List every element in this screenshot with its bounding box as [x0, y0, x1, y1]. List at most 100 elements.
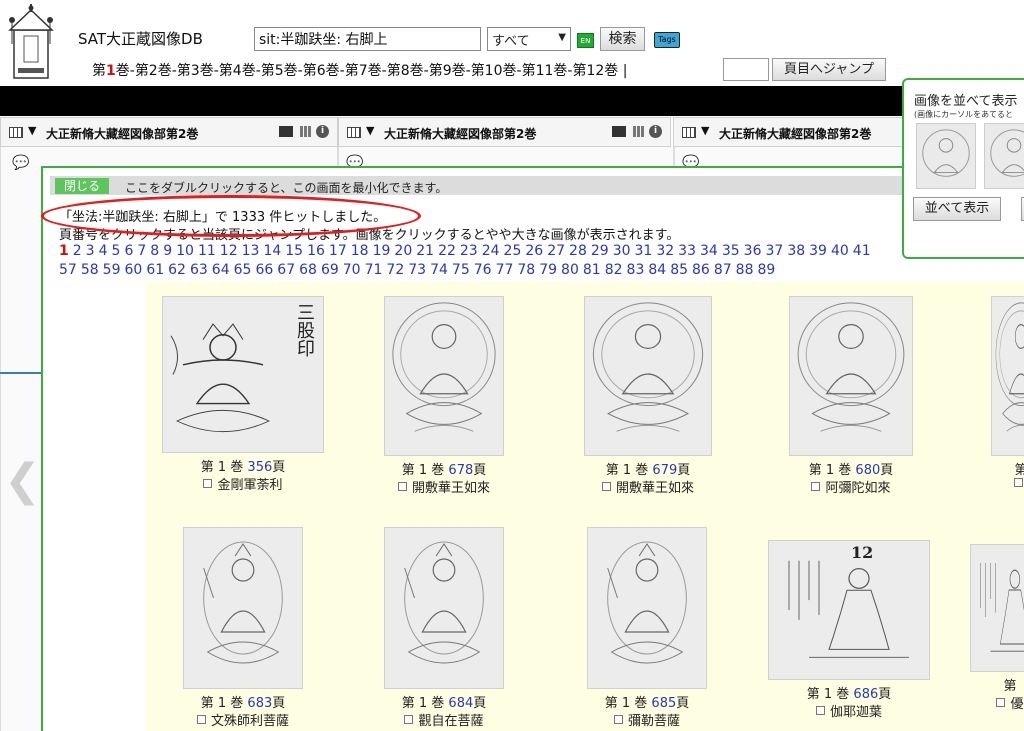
page-link[interactable]: 12 [220, 243, 238, 259]
page-link[interactable]: 79 [539, 262, 557, 278]
grid-icon[interactable] [682, 127, 696, 138]
select-checkbox[interactable] [613, 715, 623, 724]
page-link[interactable]: 87 [714, 262, 732, 278]
page-link[interactable]: 85 [670, 262, 688, 278]
volume-link[interactable]: 第6巻 [303, 63, 340, 79]
page-link[interactable]: 38 [787, 243, 805, 259]
page-link[interactable]: 62 [168, 262, 186, 278]
page-link[interactable]: 8 [150, 243, 159, 259]
volume-link[interactable]: 第10巻 [471, 63, 517, 79]
result-thumbnail[interactable] [970, 544, 1024, 672]
close-button[interactable]: 閉じる [55, 178, 109, 194]
page-link[interactable]: 9 [163, 243, 172, 259]
page-link[interactable]: 4 [99, 243, 108, 259]
previous-arrow-icon[interactable]: ❮ [4, 455, 41, 506]
page-link[interactable]: 82 [605, 262, 623, 278]
image-icon[interactable] [279, 126, 293, 137]
comment-icon[interactable]: 💬 [12, 155, 29, 171]
page-number-link[interactable]: 678 [448, 463, 473, 478]
page-number-input[interactable] [723, 58, 769, 81]
volume-link[interactable]: 第5巻 [261, 63, 298, 79]
page-link[interactable]: 26 [525, 243, 543, 259]
page-link[interactable]: 2 [73, 243, 82, 259]
page-link[interactable]: 70 [343, 262, 361, 278]
page-link[interactable]: 86 [692, 262, 710, 278]
volume-link[interactable]: 第11巻 [522, 63, 568, 79]
page-link[interactable]: 20 [394, 243, 412, 259]
volume-link[interactable]: 第7巻 [345, 63, 382, 79]
page-link[interactable]: 60 [124, 262, 142, 278]
page-number-link[interactable]: 686 [853, 687, 878, 702]
select-checkbox[interactable] [397, 482, 407, 491]
sat-logo[interactable] [6, 4, 56, 82]
image-icon[interactable] [612, 126, 626, 137]
page-link[interactable]: 36 [744, 243, 762, 259]
page-link[interactable]: 40 [831, 243, 849, 259]
volume-link[interactable]: 第2巻 [135, 63, 172, 79]
page-link[interactable]: 29 [591, 243, 609, 259]
page-link[interactable]: 80 [561, 262, 579, 278]
page-link[interactable]: 57 [59, 262, 77, 278]
page-link[interactable]: 17 [329, 243, 347, 259]
page-link[interactable]: 32 [656, 243, 674, 259]
page-link[interactable]: 78 [517, 262, 535, 278]
result-thumbnail[interactable]: 三股印 [162, 296, 324, 453]
volume-link[interactable]: 第4巻 [219, 63, 256, 79]
page-link[interactable]: 13 [242, 243, 260, 259]
page-link[interactable]: 10 [176, 243, 194, 259]
page-link[interactable]: 65 [234, 262, 252, 278]
page-link[interactable]: 34 [700, 243, 718, 259]
page-link[interactable]: 41 [853, 243, 871, 259]
caret-down-icon[interactable]: ▼ [701, 124, 709, 137]
select-checkbox[interactable] [1014, 478, 1023, 487]
page-link[interactable]: 31 [635, 243, 653, 259]
result-thumbnail[interactable] [587, 527, 707, 689]
page-link[interactable]: 64 [212, 262, 230, 278]
page-link[interactable]: 71 [365, 262, 383, 278]
volume-link[interactable]: 第12巻 [572, 63, 618, 79]
page-link[interactable]: 67 [277, 262, 295, 278]
page-link[interactable]: 39 [809, 243, 827, 259]
volume-link[interactable]: 第3巻 [177, 63, 214, 79]
grid-icon[interactable] [9, 127, 23, 138]
page-link[interactable]: 24 [482, 243, 500, 259]
page-number-link[interactable]: 680 [855, 463, 880, 478]
page-link[interactable]: 6 [124, 243, 133, 259]
page-number-link[interactable]: 683 [247, 696, 272, 711]
page-number-link[interactable]: 679 [652, 463, 677, 478]
volume-link[interactable]: 第1巻 [92, 63, 130, 79]
page-link[interactable]: 3 [86, 243, 95, 259]
result-thumbnail[interactable] [584, 296, 712, 456]
caret-down-icon[interactable]: ▼ [28, 124, 36, 137]
page-link[interactable]: 81 [583, 262, 601, 278]
page-link[interactable]: 5 [112, 243, 121, 259]
page-link[interactable]: 84 [648, 262, 666, 278]
page-link[interactable]: 22 [438, 243, 456, 259]
page-number-link[interactable]: 356 [247, 460, 272, 475]
select-checkbox[interactable] [404, 715, 414, 724]
info-icon[interactable]: i [649, 125, 662, 138]
result-thumbnail[interactable]: 12 [768, 540, 930, 680]
search-button[interactable]: 検索 [600, 27, 645, 51]
page-link[interactable]: 68 [299, 262, 317, 278]
side-popup-thumbnail[interactable] [916, 123, 976, 189]
page-link[interactable]: 74 [430, 262, 448, 278]
page-number-link[interactable]: 685 [651, 696, 676, 711]
tile-view-icon[interactable] [633, 126, 644, 137]
page-link[interactable]: 15 [285, 243, 303, 259]
page-link[interactable]: 72 [386, 262, 404, 278]
en-toggle-button[interactable]: EN [577, 33, 594, 48]
page-link[interactable]: 66 [255, 262, 273, 278]
page-link[interactable]: 77 [496, 262, 514, 278]
result-thumbnail[interactable] [384, 296, 504, 456]
page-link[interactable]: 59 [103, 262, 121, 278]
page-link[interactable]: 16 [307, 243, 325, 259]
page-link[interactable]: 73 [408, 262, 426, 278]
page-link[interactable]: 76 [474, 262, 492, 278]
volume-link[interactable]: 第9巻 [429, 63, 466, 79]
side-popup-thumbnail[interactable] [984, 123, 1024, 189]
page-link[interactable]: 88 [736, 262, 754, 278]
page-link[interactable]: 37 [765, 243, 783, 259]
page-link[interactable]: 83 [627, 262, 645, 278]
tags-button[interactable]: Tags [654, 32, 680, 48]
